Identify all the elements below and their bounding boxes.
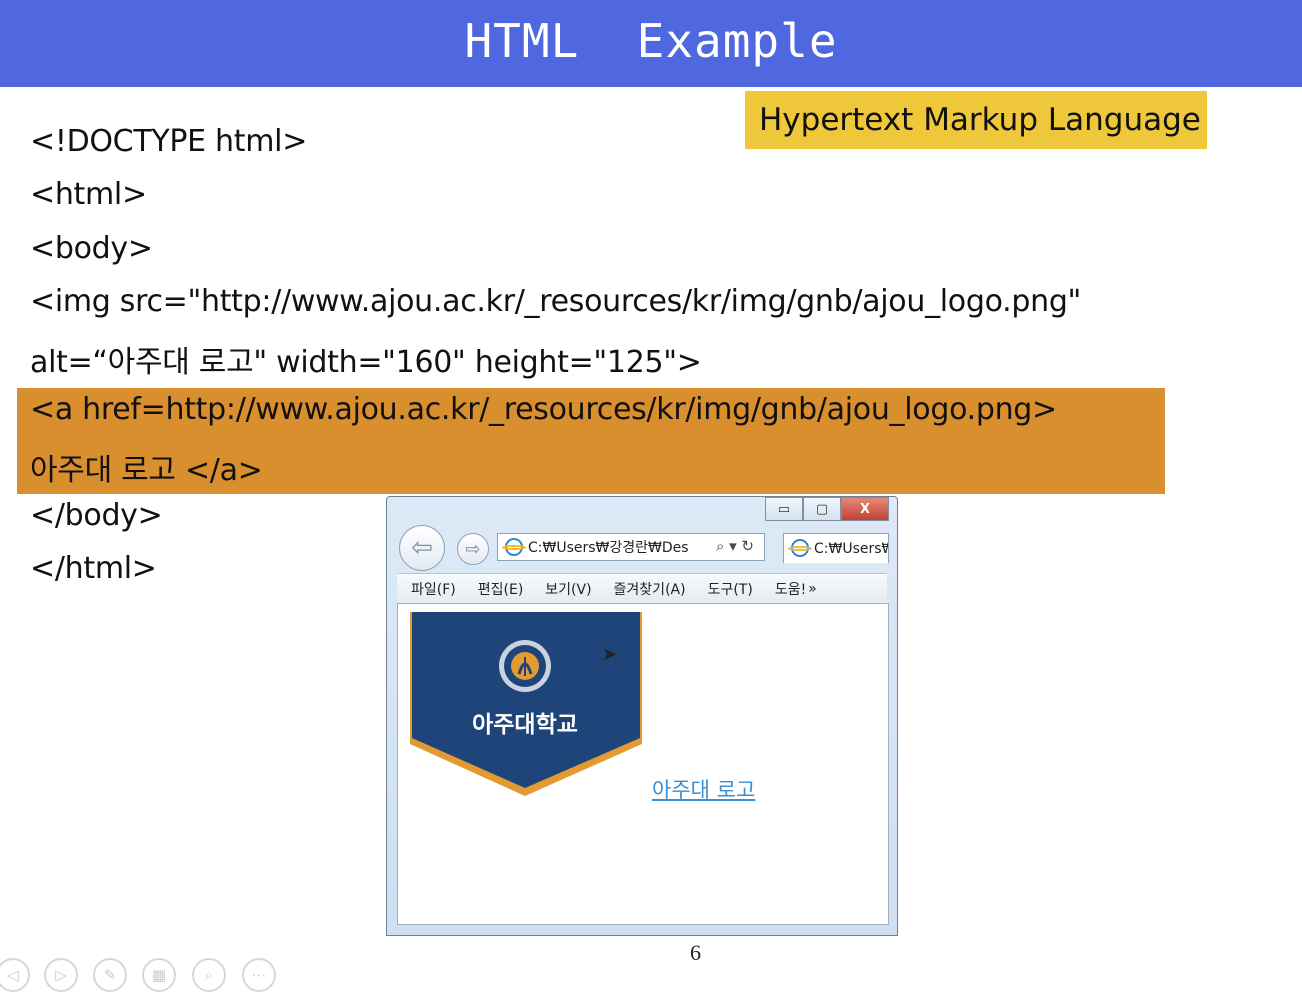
menu-help[interactable]: 도움!: [775, 579, 806, 599]
code-line-body-open: <body>: [30, 231, 153, 266]
code-line-anchor-text: 아주대 로고 </a>: [30, 453, 263, 488]
acronym-callout-text: Hypertext Markup Language: [759, 102, 1201, 138]
code-line-html-close: </html>: [30, 551, 157, 586]
logo-link[interactable]: 아주대 로고: [652, 774, 755, 804]
browser-content: 아주대학교 ➤ 아주대 로고: [397, 603, 889, 925]
menu-file[interactable]: 파일(F): [411, 579, 456, 599]
mouse-cursor-icon: ➤: [602, 644, 618, 665]
code-line-img-attrs: alt=“아주대 로고" width="160" height="125">: [30, 345, 702, 380]
ie-tab-icon: [788, 539, 812, 557]
slides-icon[interactable]: ▦: [142, 958, 176, 992]
menu-view[interactable]: 보기(V): [545, 579, 591, 599]
address-text: C:₩Users₩강경란₩Des: [528, 540, 689, 556]
address-bar[interactable]: C:₩Users₩강경란₩Des ⌕ ▾ ↻: [497, 533, 765, 561]
more-icon[interactable]: ⋯: [242, 958, 276, 992]
ajou-logo-image[interactable]: 아주대학교: [408, 612, 644, 798]
code-line-html-open: <html>: [30, 177, 147, 212]
ie-page-icon: [502, 538, 526, 556]
menu-edit[interactable]: 편집(E): [478, 579, 524, 599]
menu-tools[interactable]: 도구(T): [708, 579, 753, 599]
menu-favorites[interactable]: 즐겨찾기(A): [614, 579, 686, 599]
code-line-anchor-open: <a href=http://www.ajou.ac.kr/_resources…: [30, 392, 1057, 427]
window-controls: ▭ ▢ X: [765, 497, 889, 521]
back-button[interactable]: ⇦: [399, 525, 445, 571]
close-button[interactable]: X: [841, 497, 889, 521]
browser-window: ▭ ▢ X ⇦ ⇨ C:₩Users₩강경란₩Des ⌕ ▾ ↻ C:₩User…: [386, 496, 898, 936]
menu-overflow-chevron[interactable]: »: [808, 581, 817, 597]
code-line-img-src: <img src="http://www.ajou.ac.kr/_resourc…: [30, 284, 1082, 319]
code-line-doctype: <!DOCTYPE html>: [30, 124, 308, 159]
minimize-button[interactable]: ▭: [765, 497, 803, 521]
logo-text: 아주대학교: [472, 712, 578, 738]
slide-title: HTML Example: [464, 14, 838, 68]
back-arrow-icon: ⇦: [411, 533, 433, 563]
maximize-button[interactable]: ▢: [803, 497, 841, 521]
prev-icon[interactable]: ◁: [0, 958, 30, 992]
menu-bar: 파일(F) 편집(E) 보기(V) 즐겨찾기(A) 도구(T) 도움! »: [397, 573, 887, 603]
slide-title-bar: HTML Example: [0, 0, 1302, 87]
search-refresh-icons[interactable]: ⌕ ▾ ↻: [716, 537, 754, 555]
page-number: 6: [690, 940, 701, 965]
forward-arrow-icon: ⇨: [465, 538, 481, 560]
pen-icon[interactable]: ✎: [93, 958, 127, 992]
acronym-callout: Hypertext Markup Language: [745, 91, 1207, 149]
browser-tab[interactable]: C:₩Users₩: [783, 533, 889, 563]
tab-title: C:₩Users₩: [814, 540, 889, 557]
zoom-icon[interactable]: ⌕: [192, 958, 226, 992]
forward-button[interactable]: ⇨: [457, 533, 489, 565]
code-line-body-close: </body>: [30, 498, 163, 533]
next-icon[interactable]: ▷: [44, 958, 78, 992]
